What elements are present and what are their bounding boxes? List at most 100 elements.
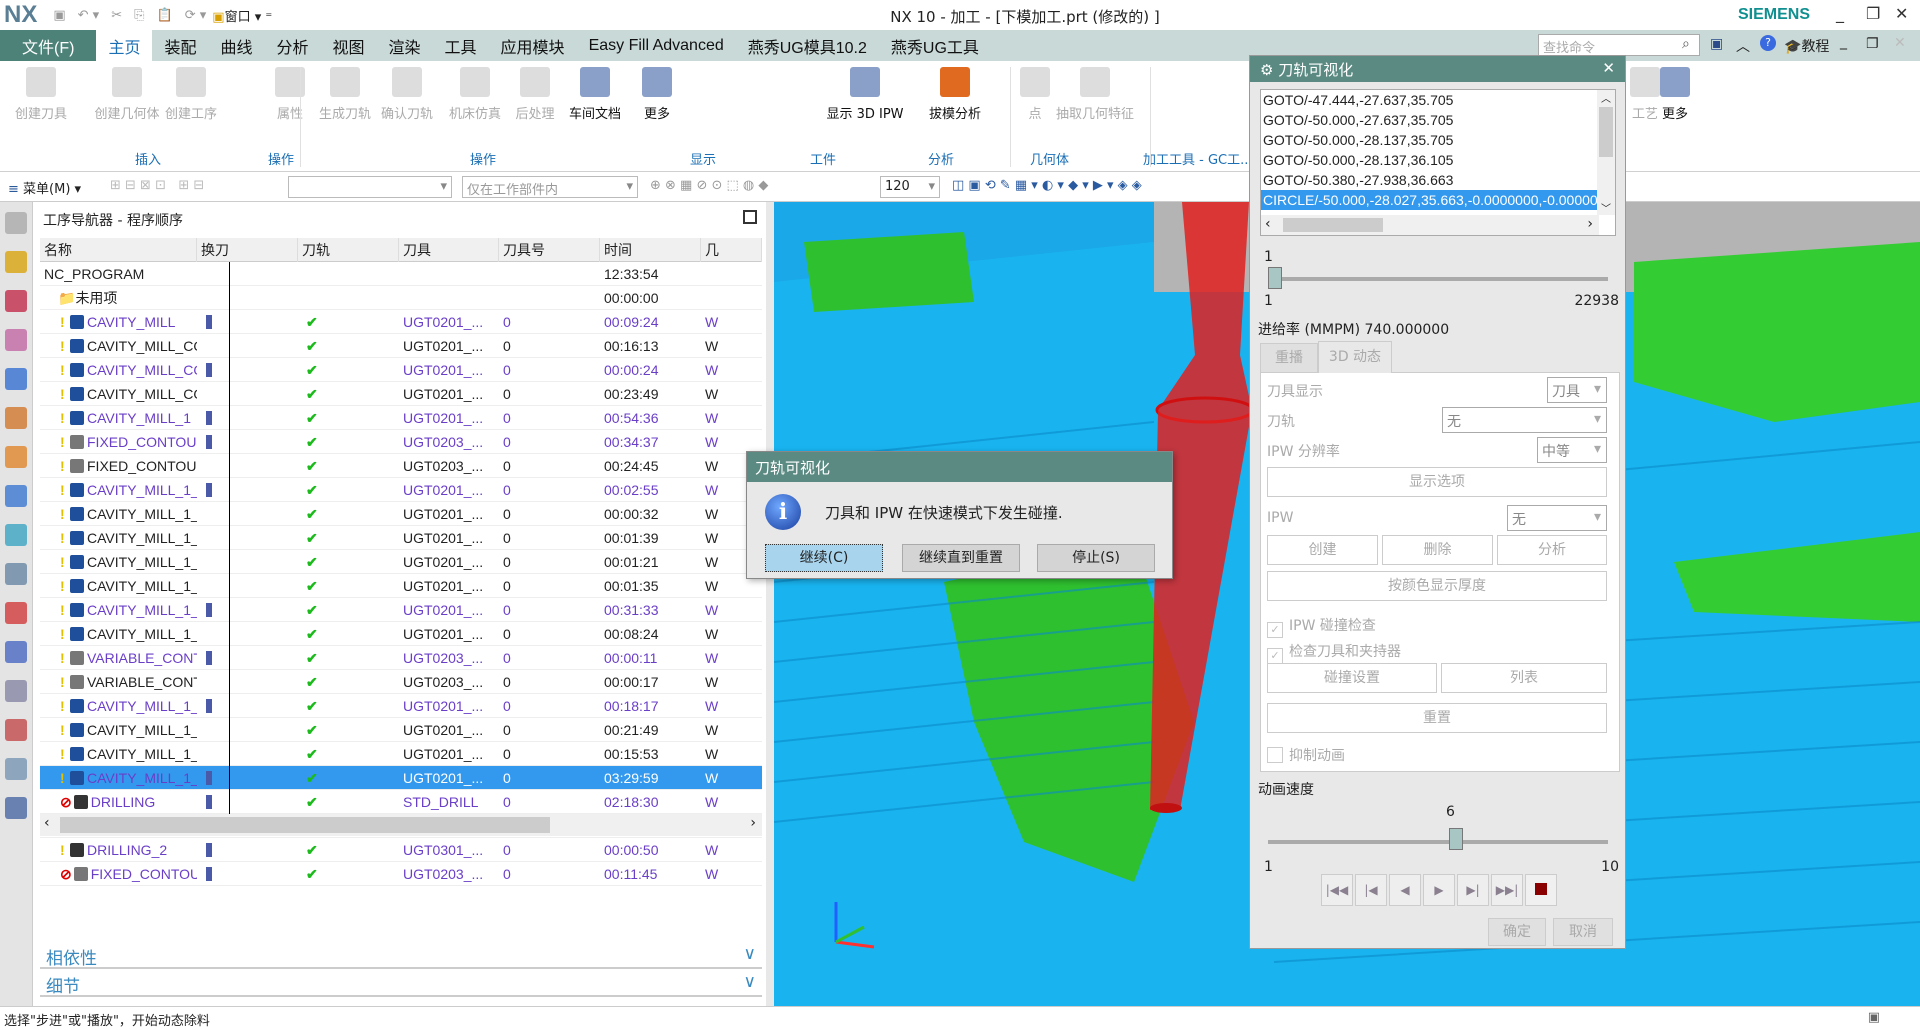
restore-button[interactable]: ❐: [1866, 4, 1880, 23]
ipw-collision-checkbox[interactable]: ✓ IPW 碰撞检查: [1267, 615, 1376, 638]
tab-3[interactable]: 曲线: [208, 30, 264, 61]
table-row[interactable]: ! CAVITY_MILL_CO... ✔ UGT0201_... 0 00:00:24 W: [40, 358, 762, 382]
close-icon[interactable]: ✕: [1602, 59, 1615, 77]
menu-button[interactable]: ≡ 菜单(M) ▾: [8, 178, 81, 197]
stop-alert-button[interactable]: 停止(S): [1037, 544, 1155, 572]
ribbon-button-9[interactable]: 更多: [622, 65, 692, 122]
collision-settings-button[interactable]: 碰撞设置: [1267, 663, 1437, 693]
resource-bar-icon-8[interactable]: [5, 524, 27, 546]
ipw-dropdown[interactable]: 无: [1507, 505, 1607, 531]
close-button[interactable]: ✕: [1895, 4, 1908, 23]
delete-ipw-button[interactable]: 删除: [1382, 535, 1493, 565]
column-header[interactable]: 刀具: [399, 238, 499, 262]
step-forward-button[interactable]: ▶|: [1457, 874, 1489, 906]
suppress-animation-checkbox[interactable]: 抑制动画: [1267, 745, 1345, 765]
tab-3d-dynamic[interactable]: 3D 动态: [1318, 341, 1392, 373]
table-row[interactable]: ! CAVITY_MILL_1_C... ✔ UGT0201_... 0 03:29:59…: [40, 766, 762, 790]
search-icon[interactable]: ⌕: [1682, 36, 1690, 52]
ribbon-button-2[interactable]: 创建工序: [156, 65, 226, 122]
resource-bar-icon-15[interactable]: [5, 797, 27, 819]
ribbon-button-13[interactable]: 抽取几何特征: [1050, 65, 1140, 122]
table-row[interactable]: 📁未用项 00:00:00: [40, 286, 762, 310]
resource-bar-icon-7[interactable]: [5, 485, 27, 507]
horizontal-scrollbar[interactable]: ‹ ›: [1261, 215, 1599, 235]
selection-scope-dropdown[interactable]: 仅在工作部件内: [462, 176, 638, 198]
table-row[interactable]: ! CAVITY_MILL_1 ✔ UGT0201_... 0 00:54:36 W: [40, 406, 762, 430]
collapse-ribbon-icon[interactable]: ︿: [1736, 36, 1750, 56]
table-row[interactable]: ! CAVITY_MILL_1_C... ✔ UGT0201_... 0 00:01:39…: [40, 526, 762, 550]
table-row[interactable]: !FIXED_CONTOUR...✔UGT0203_...000:34:37W: [40, 430, 762, 454]
tab-replay[interactable]: 重播: [1260, 343, 1318, 373]
tab-5[interactable]: 视图: [321, 30, 377, 61]
column-header[interactable]: 几: [701, 238, 762, 262]
resource-bar-icon-9[interactable]: [5, 563, 27, 585]
ribbon-button-10[interactable]: 显示 3D IPW: [820, 65, 910, 122]
table-row[interactable]: ! CAVITY_MILL_1_C... ✔ UGT0201_... 0 00:00:32…: [40, 502, 762, 526]
table-row[interactable]: ! CAVITY_MILL_1_C... ✔ UGT0201_... 0 00:15:53…: [40, 742, 762, 766]
column-header[interactable]: 换刀: [197, 238, 298, 262]
step-slider[interactable]: [1268, 277, 1608, 281]
view-tools-icons[interactable]: ◫ ▣ ⟲ ✎ ▦ ▾ ◐ ▾ ◆ ▾ ▶ ▾ ◈ ◈: [952, 178, 1142, 193]
cancel-button[interactable]: 取消: [1553, 918, 1613, 946]
tab-7[interactable]: 工具: [433, 30, 489, 61]
command-search-input[interactable]: 查找命令: [1538, 34, 1700, 56]
tutorial-link[interactable]: 🎓教程: [1784, 36, 1829, 56]
table-row[interactable]: ! CAVITY_MILL_1_C... ✔ UGT0201_... 0 00:01:21…: [40, 550, 762, 574]
ribbon-button-0[interactable]: 创建刀具: [6, 65, 76, 122]
zoom-dropdown[interactable]: 120: [880, 176, 940, 198]
play-button[interactable]: ▶: [1423, 874, 1455, 906]
animation-speed-thumb[interactable]: [1449, 828, 1464, 850]
animation-speed-slider[interactable]: [1268, 840, 1608, 844]
tab-10[interactable]: 燕秀UG模具10.2: [736, 30, 879, 61]
table-row[interactable]: ! CAVITY_MILL_COPY ✔ UGT0201_... 0 00:16:13 W: [40, 334, 762, 358]
minimize-button[interactable]: _: [1836, 4, 1844, 23]
resource-bar-icon-13[interactable]: [5, 719, 27, 741]
reset-button[interactable]: 重置: [1267, 703, 1607, 733]
toolpath-list-item[interactable]: GOTO/-50.000,-28.137,36.105: [1261, 150, 1597, 170]
table-row[interactable]: ⊘ FIXED_CONTOUR_2 ✔ UGT0203_... 0 00:11:45 W: [40, 862, 762, 886]
doc-close-button[interactable]: ✕: [1894, 35, 1906, 51]
resource-bar-icon-0[interactable]: [5, 212, 27, 234]
dependencies-section[interactable]: 相依性 ∨: [40, 942, 762, 969]
ribbon-button-11[interactable]: 拔模分析: [920, 65, 990, 122]
fullscreen-icon[interactable]: ▣: [1710, 36, 1723, 52]
step-slider-thumb[interactable]: [1268, 267, 1282, 289]
ok-button[interactable]: 确定: [1488, 918, 1546, 946]
table-row[interactable]: ! DRILLING_2 ✔ UGT0301_... 0 00:00:50 W: [40, 838, 762, 862]
resource-bar-icon-10[interactable]: [5, 602, 27, 624]
resource-bar-icon-5[interactable]: [5, 407, 27, 429]
details-section[interactable]: 细节 ∨: [40, 970, 762, 997]
ribbon-button-8[interactable]: 车间文档: [560, 65, 630, 122]
resource-bar-icon-1[interactable]: [5, 251, 27, 273]
create-ipw-button[interactable]: 创建: [1267, 535, 1378, 565]
horizontal-scrollbar[interactable]: ‹ ›: [40, 814, 762, 836]
tab-11[interactable]: 燕秀UG工具: [879, 30, 991, 61]
table-row[interactable]: ! VARIABLE_CONT... ✔ UGT0203_... 0 00:00:11 W: [40, 646, 762, 670]
tab-6[interactable]: 渲染: [377, 30, 433, 61]
analyze-ipw-button[interactable]: 分析: [1497, 535, 1607, 565]
doc-restore-button[interactable]: ❐: [1866, 36, 1879, 52]
ipw-resolution-dropdown[interactable]: 中等: [1537, 437, 1607, 463]
tab-8[interactable]: 应用模块: [489, 30, 577, 61]
play-reverse-button[interactable]: ◀: [1389, 874, 1421, 906]
toolpath-list-item[interactable]: CIRCLE/-50.000,-28.027,35.663,-0.0000000…: [1261, 190, 1597, 210]
toolpath-list-item[interactable]: GOTO/-47.444,-27.637,35.705: [1261, 90, 1597, 110]
table-row[interactable]: ! CAVITY_MILL_1_C... ✔ UGT0201_... 0 00:18:17…: [40, 694, 762, 718]
tab-0[interactable]: 文件(F): [0, 30, 97, 61]
table-row[interactable]: ! CAVITY_MILL_1_C... ✔ UGT0201_... 0 00:02:55…: [40, 478, 762, 502]
toolpath-list-item[interactable]: GOTO/-50.000,-28.137,35.705: [1261, 130, 1597, 150]
column-header[interactable]: 时间: [600, 238, 701, 262]
column-header[interactable]: 名称: [40, 238, 197, 262]
fast-forward-button[interactable]: ▶▶|: [1491, 874, 1523, 906]
toolpath-list-item[interactable]: GOTO/-50.000,-27.637,35.705: [1261, 110, 1597, 130]
resource-bar-icon-12[interactable]: [5, 680, 27, 702]
resource-bar-icon-14[interactable]: [5, 758, 27, 780]
resource-bar-icon-6[interactable]: [5, 446, 27, 468]
continue-until-reset-button[interactable]: 继续直到重置: [902, 544, 1020, 572]
selection-tools-icons[interactable]: ⊞ ⊟ ⊠ ⊡ ⊞ ⊟: [110, 178, 204, 193]
path-dropdown[interactable]: 无: [1442, 407, 1607, 433]
resource-bar-icon-11[interactable]: [5, 641, 27, 663]
rewind-to-start-button[interactable]: |◀◀: [1321, 874, 1353, 906]
check-holder-checkbox[interactable]: ✓ 检查刀具和夹持器: [1267, 641, 1401, 664]
maximize-panel-icon[interactable]: [743, 210, 757, 224]
